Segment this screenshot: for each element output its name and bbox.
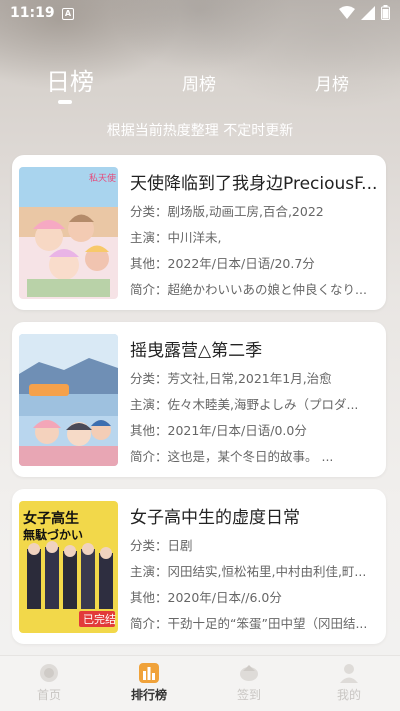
status-time: 11:19	[10, 5, 55, 21]
wifi-icon	[339, 6, 355, 19]
nav-home-label: 首页	[36, 688, 61, 702]
status-icons	[339, 5, 390, 20]
item-category: 分类：剧场版,动画工房,百合,2022	[130, 204, 324, 219]
bottom-navigation: 首页 排行榜 签到 我的	[0, 655, 400, 711]
nav-home[interactable]: 首页	[14, 662, 84, 703]
item-other: 其他：2022年/日本/日语/20.7分	[130, 256, 315, 271]
poster-image	[19, 334, 118, 466]
nav-profile-label: 我的	[336, 688, 361, 702]
ranking-icon	[139, 663, 159, 683]
ranking-item[interactable]: 女子高生 無駄づかい 已完结 女子高中生的虚度日常 分类：日剧 主演：冈田结实,…	[12, 489, 386, 644]
profile-icon	[340, 664, 358, 683]
item-summary: 简介：干劲十足的“笨蛋”田中望（冈田结...	[130, 616, 368, 631]
item-summary: 简介：超絶かわいいあの娘と仲良くなり...	[130, 282, 367, 297]
ranking-item[interactable]: 私天使 天使降临到了我身边PreciousF... 分类：剧场版,动画工房,百合…	[12, 155, 386, 310]
item-category: 分类：芳文社,日常,2021年1月,治愈	[130, 371, 332, 386]
checkin-icon	[240, 665, 258, 681]
signal-icon	[361, 5, 375, 20]
item-title: 女子高中生的虚度日常	[130, 508, 300, 528]
poster-logo-text: 女子高生	[23, 510, 79, 527]
svg-text:無駄づかい: 無駄づかい	[23, 527, 83, 542]
nav-profile[interactable]: 我的	[314, 662, 384, 703]
poster-logo-text: 私天使	[89, 172, 116, 184]
notification-icon: A	[62, 8, 74, 20]
item-other: 其他：2020年/日本//6.0分	[130, 590, 282, 605]
item-cast: 主演：中川洋未,	[130, 230, 222, 245]
item-category: 分类：日剧	[130, 538, 193, 553]
home-icon	[40, 664, 58, 682]
tab-daily[interactable]: 日榜	[46, 62, 94, 97]
tab-monthly[interactable]: 月榜	[315, 70, 349, 95]
nav-checkin[interactable]: 签到	[214, 662, 284, 703]
nav-checkin-label: 签到	[236, 688, 261, 702]
tab-weekly[interactable]: 周榜	[182, 70, 216, 95]
ranking-subtitle: 根据当前热度整理 不定时更新	[106, 123, 294, 139]
item-other: 其他：2021年/日本/日语/0.0分	[130, 423, 307, 438]
item-title: 天使降临到了我身边PreciousF...	[130, 174, 378, 194]
item-cast: 主演：佐々木睦美,海野よしみ（プロダ...	[130, 397, 359, 412]
ranking-tabs: 日榜 周榜 月榜	[0, 62, 400, 106]
active-tab-indicator	[58, 100, 72, 104]
item-cast: 主演：冈田结实,恒松祐里,中村由利佳,町...	[130, 564, 367, 579]
nav-ranking-label: 排行榜	[130, 688, 167, 702]
nav-ranking[interactable]: 排行榜	[114, 662, 184, 703]
item-title: 摇曳露营△第二季	[130, 341, 263, 361]
poster-image: 私天使	[19, 167, 118, 299]
battery-icon	[381, 5, 390, 20]
ranking-item[interactable]: 摇曳露营△第二季 分类：芳文社,日常,2021年1月,治愈 主演：佐々木睦美,海…	[12, 322, 386, 477]
poster-image: 女子高生 無駄づかい 已完结	[19, 501, 118, 633]
poster-tag: 已完结	[83, 612, 116, 626]
status-bar: 11:19 A	[0, 0, 400, 28]
item-summary: 简介：这也是，某个冬日的故事。 ...	[130, 449, 334, 464]
